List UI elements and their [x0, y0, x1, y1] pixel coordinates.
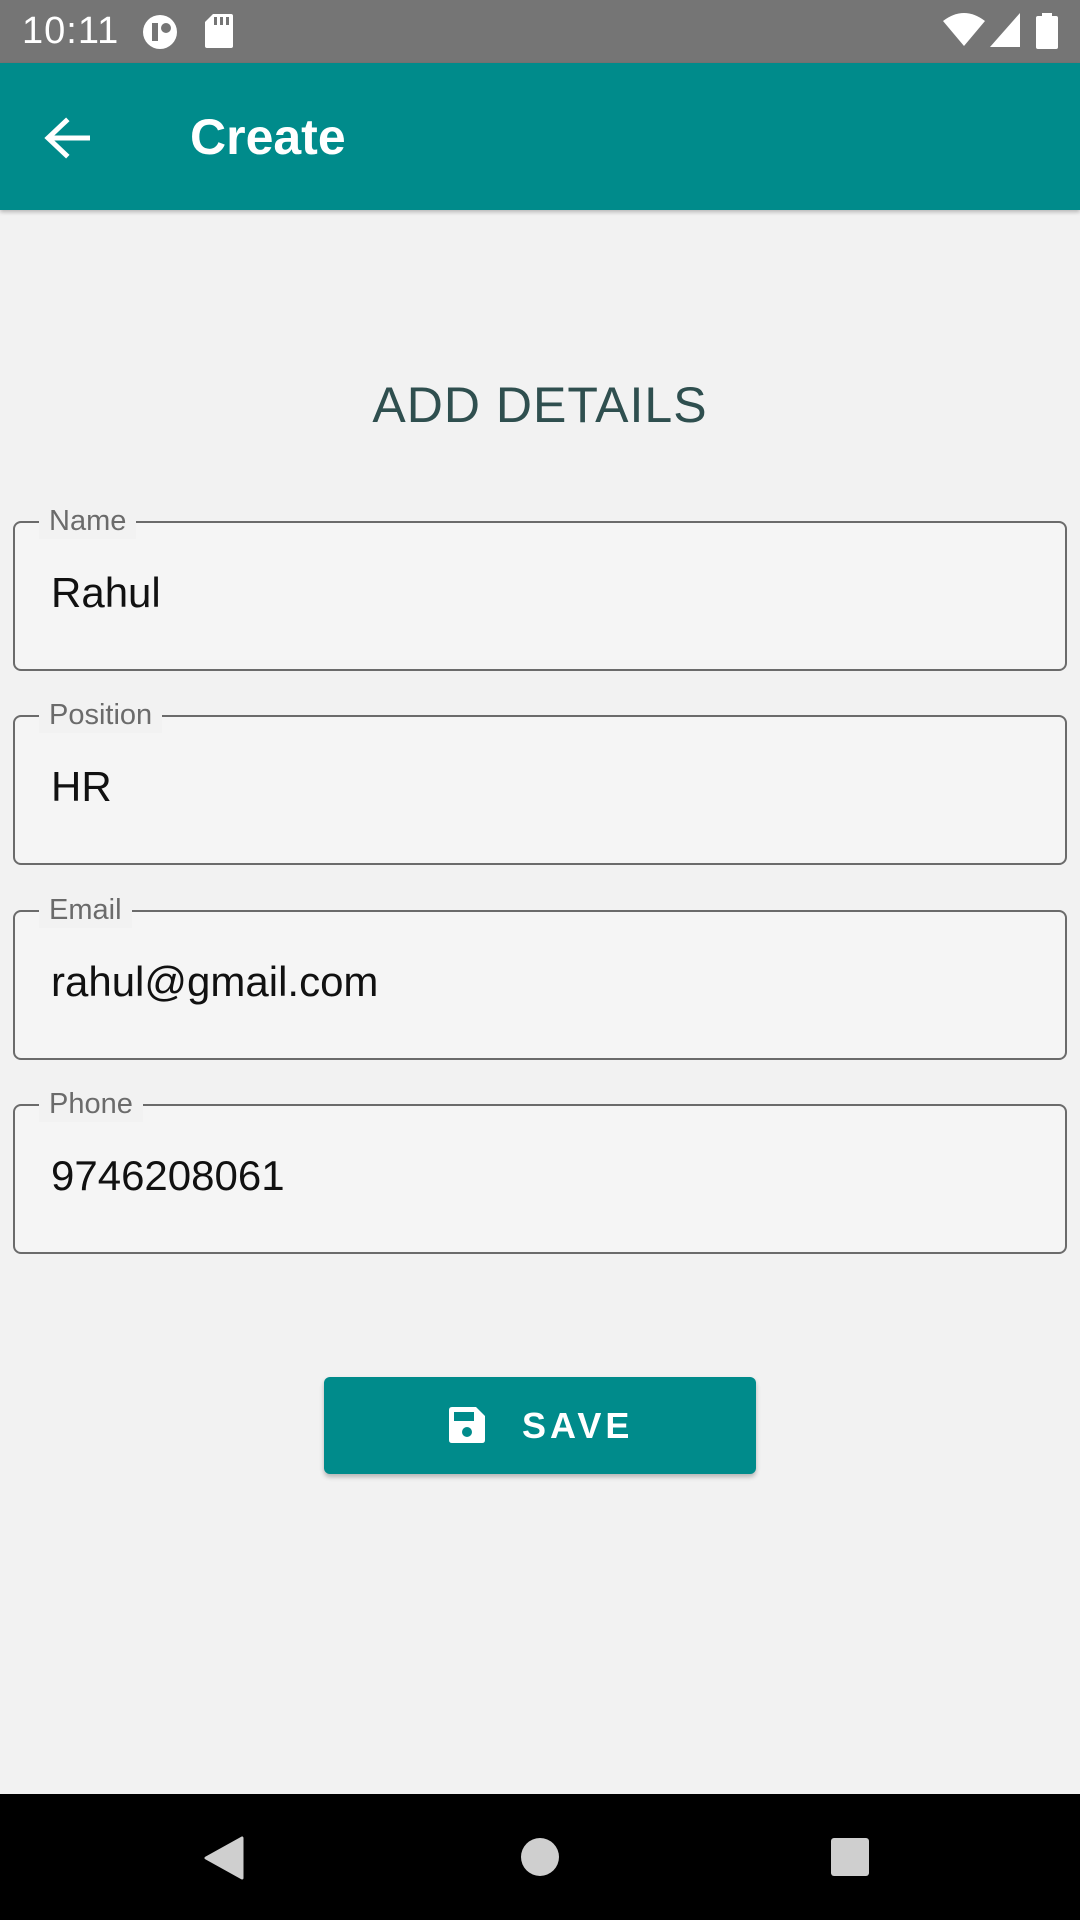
phone-field-label: Phone [39, 1086, 143, 1122]
phone-field[interactable]: Phone 9746208061 [13, 1086, 1067, 1254]
back-button[interactable] [28, 107, 108, 167]
system-nav-bar [0, 1794, 1080, 1920]
position-field[interactable]: Position HR [13, 697, 1067, 865]
signal-icon [990, 13, 1020, 52]
arrow-back-icon [44, 117, 91, 164]
name-field-label: Name [39, 503, 137, 539]
form-heading: ADD DETAILS [372, 377, 708, 433]
email-field-value[interactable]: rahul@gmail.com [51, 956, 378, 1008]
email-field-label: Email [39, 892, 132, 928]
name-field-value[interactable]: Rahul [51, 567, 161, 619]
save-icon [449, 1407, 485, 1448]
home-circle-icon [520, 1837, 560, 1882]
nav-recents-button[interactable] [817, 1824, 883, 1890]
position-field-value[interactable]: HR [51, 761, 112, 813]
app-bar: Create [0, 63, 1080, 210]
recents-square-icon [830, 1837, 870, 1882]
back-triangle-icon [204, 1836, 244, 1885]
wifi-icon [943, 13, 985, 52]
position-field-label: Position [39, 697, 163, 733]
status-time: 10:11 [22, 10, 120, 52]
sync-icon [142, 14, 180, 55]
nav-back-button[interactable] [192, 1824, 258, 1890]
phone-field-value[interactable]: 9746208061 [51, 1150, 285, 1202]
save-button-label: SAVE [522, 1405, 634, 1446]
email-field[interactable]: Email rahul@gmail.com [13, 892, 1067, 1060]
battery-icon [1036, 13, 1058, 54]
sd-card-icon [205, 14, 233, 53]
page-title: Create [190, 109, 346, 165]
nav-home-button[interactable] [507, 1824, 573, 1890]
name-field[interactable]: Name Rahul [13, 503, 1067, 671]
save-button[interactable]: SAVE [324, 1377, 756, 1474]
status-bar: 10:11 [0, 0, 1080, 63]
